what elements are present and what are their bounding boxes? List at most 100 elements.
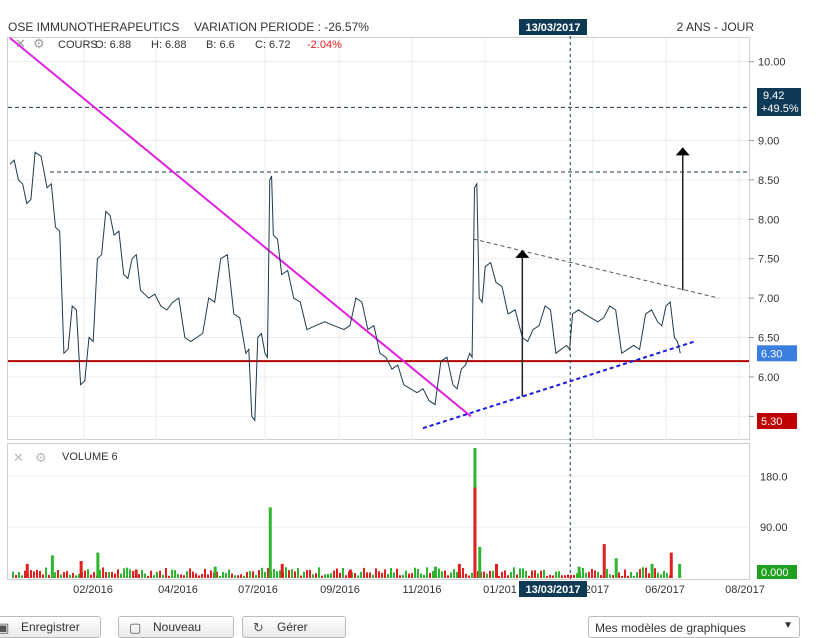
date-axis: 02/2016 04/2016 07/2016 09/2016 11/2016 01/20…: [73, 584, 765, 596]
volume-bar: [192, 571, 194, 578]
volume-bar: [162, 574, 164, 578]
volume-bar: [147, 575, 149, 578]
volume-bar: [654, 568, 656, 578]
volume-bar: [243, 575, 245, 578]
volume-bar: [597, 571, 599, 578]
volume-bar: [222, 571, 224, 578]
volume-bar: [225, 572, 227, 578]
volume-bar: [240, 574, 242, 578]
volume-bar: [666, 572, 668, 578]
volume-panel: [7, 443, 750, 580]
volume-bar: [417, 568, 419, 578]
volume-bar: [393, 572, 395, 578]
volume-bar: [522, 568, 524, 578]
volume-gear-icon[interactable]: ⚙: [35, 450, 47, 465]
price-tick-label: 8.50: [758, 175, 779, 187]
volume-bar: [558, 571, 560, 578]
volume-bar: [636, 572, 638, 578]
gray-trendline: [473, 238, 719, 299]
manage-button-label: Gérer: [277, 620, 308, 634]
volume-bar: [372, 574, 374, 578]
volume-bar: [57, 569, 59, 578]
volume-bar: [261, 567, 263, 578]
volume-bar: [678, 563, 682, 578]
volume-bar: [280, 563, 284, 578]
volume-bar: [129, 569, 131, 578]
volume-bar: [483, 571, 485, 578]
volume-bar: [180, 574, 182, 578]
volume-bar: [633, 575, 635, 578]
volume-bar: [159, 570, 161, 578]
price-tick-label: 8.00: [758, 214, 779, 226]
volume-bar: [63, 571, 65, 578]
manage-icon: ↻: [253, 620, 264, 635]
volume-bar: [33, 571, 35, 578]
volume-bar: [291, 569, 293, 578]
price-chart[interactable]: OSE IMMUNOTHERAPEUTICS VARIATION PERIODE…: [0, 0, 818, 629]
date-tick-label: 11/2016: [403, 584, 442, 596]
new-button[interactable]: ▢ Nouveau: [118, 616, 234, 638]
volume-bar: [582, 567, 584, 578]
volume-bar: [60, 574, 62, 578]
volume-bar: [618, 572, 620, 578]
volume-bar: [411, 573, 413, 578]
volume-bar: [387, 573, 389, 578]
last-price-value: 6.30: [761, 348, 782, 360]
volume-bar: [134, 569, 138, 578]
volume-bar: [138, 574, 140, 578]
volume-bar: [342, 567, 344, 578]
volume-bar: [297, 568, 299, 578]
volume-bar: [204, 568, 206, 578]
volume-bar: [285, 567, 287, 578]
volume-bar: [48, 574, 50, 578]
volume-bar: [246, 572, 248, 578]
volume-bar: [519, 568, 521, 578]
volume-bar: [177, 573, 179, 578]
volume-bar: [549, 574, 551, 578]
volume-bar: [396, 568, 398, 578]
volume-bar: [639, 569, 641, 578]
volume-bar: [273, 568, 275, 578]
price-series-line: [9, 151, 681, 422]
save-button[interactable]: ▣ Enregistrer: [0, 616, 101, 638]
volume-bar: [24, 570, 26, 578]
volume-bar: [363, 567, 365, 578]
volume-bar: [471, 572, 473, 578]
volume-bar: [366, 572, 368, 578]
volume-bar: [528, 575, 530, 578]
volume-bar: [357, 575, 359, 578]
volume-bar: [534, 570, 536, 578]
save-button-label: Enregistrer: [21, 620, 80, 634]
volume-bar: [75, 575, 77, 578]
volume-bar: [504, 570, 506, 578]
volume-bar: [108, 572, 110, 578]
volume-bar: [90, 574, 92, 578]
gear-icon[interactable]: ⚙: [33, 36, 45, 51]
volume-bar: [120, 573, 122, 578]
volume-bar: [399, 575, 401, 578]
new-button-label: Nouveau: [153, 620, 202, 634]
volume-bar: [126, 567, 128, 578]
volume-bar: [645, 567, 647, 578]
volume-bar: [321, 575, 323, 578]
volume-bar: [510, 572, 512, 578]
chart-models-select[interactable]: Mes modèles de graphiques ▼: [588, 616, 800, 638]
close-volume-icon[interactable]: ✕: [13, 450, 24, 465]
volume-bar: [231, 573, 233, 578]
volume-tick-label: 90.00: [760, 522, 788, 534]
volume-bar: [573, 575, 575, 578]
volume-grid: 180.0 90.00: [8, 471, 788, 534]
period-label[interactable]: 2 ANS - JOUR: [677, 20, 755, 34]
legend-close: C: 6.72: [255, 39, 290, 51]
date-tick-label: 04/2016: [158, 584, 198, 596]
volume-bar: [348, 569, 352, 578]
volume-bar: [473, 487, 477, 578]
volume-bar: [441, 571, 443, 578]
date-tick-label: 06/2017: [645, 584, 685, 596]
volume-bar: [457, 563, 461, 578]
manage-button[interactable]: ↻ Gérer: [242, 616, 346, 638]
volume-bar: [30, 570, 32, 578]
volume-bar: [420, 573, 422, 578]
volume-bar: [486, 573, 488, 578]
volume-bar: [186, 571, 188, 578]
